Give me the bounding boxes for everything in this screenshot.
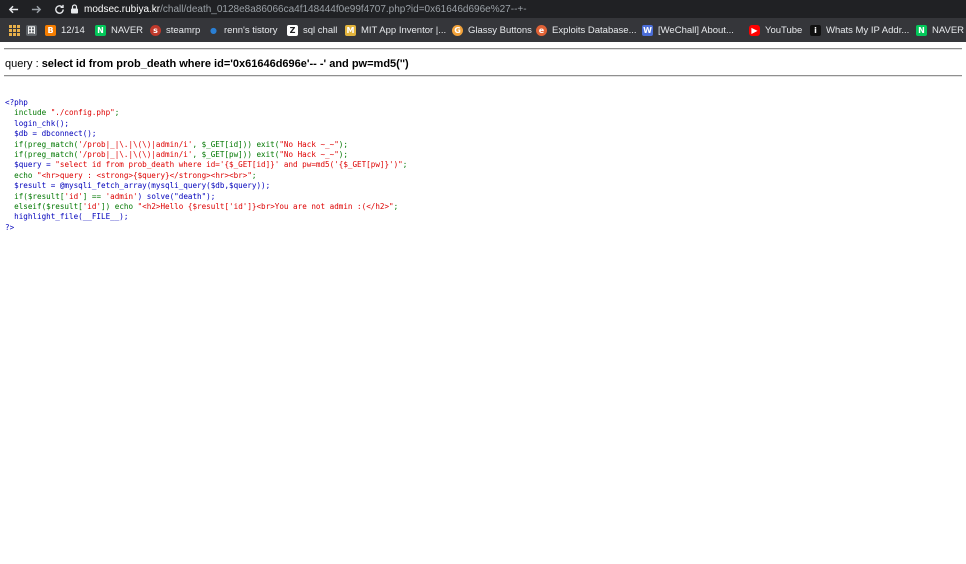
code-token: ; [402,160,408,170]
query-value: select id from prob_death where id='0x61… [41,58,409,70]
divider [4,75,962,77]
naver-icon: N [916,24,927,36]
bookmark-label: sql chall [303,24,338,36]
bookmark-label: 12/14 [61,24,85,36]
code-line: $query = [5,160,56,170]
code-line: elseif($result[ [5,202,83,212]
bookmark-label: Glassy Buttons [468,24,532,36]
code-string: '/prob|_|\.|\(\)|admin/i' [78,139,193,149]
apps-icon [9,24,20,36]
ip-icon: i [810,24,821,36]
code-line: include [5,108,51,118]
code-string: 'id' [82,202,102,212]
bookmark-wechall[interactable]: W [WeChall] About... [642,18,734,42]
code-line: $db = dbconnect(); [5,129,97,139]
reload-button[interactable] [50,0,68,18]
bookmark-label: NAVER [932,24,965,36]
exploitdb-icon: e [536,24,547,36]
bookmark-naver[interactable]: N NAVER [95,18,143,42]
bookmark-label: Exploits Database... [552,24,637,36]
code-string: 'admin' [105,191,138,201]
mit-icon: M [345,24,356,36]
bookmark-blogger[interactable]: B 12/14 [45,18,85,42]
code-string: '/prob|_|\.|\(\)|admin/i' [78,150,193,160]
code-string: 'id' [64,191,83,201]
code-token: ; [114,108,120,118]
code-line: $result = @mysqli_fetch_array(mysqli_que… [5,181,271,191]
bookmark-label: NAVER [111,24,144,36]
code-string: "No Hack ~_~" [279,139,339,149]
code-string: "./config.php" [50,108,115,118]
steamrp-icon: s [150,24,161,36]
bookmark-naver-2[interactable]: N NAVER [916,18,964,42]
bookmark-app[interactable]: 田 [26,18,42,42]
page-content: query : select id from prob_death where … [0,42,966,564]
z-icon: Z [287,24,298,36]
code-line: if($result[ [5,191,65,201]
browser-toolbar: modsec.rubiya.kr/chall/death_0128e8a8606… [0,0,966,18]
code-token: ; [393,202,399,212]
tistory-icon: ● [210,25,217,35]
bookmark-glassy-buttons[interactable]: G Glassy Buttons [452,18,532,42]
url-host: modsec.rubiya.kr [84,3,161,15]
apps-button[interactable] [9,18,20,42]
code-line: if(preg_match( [5,150,79,160]
code-string: "select id from prob_death where id='{$_… [55,160,403,170]
bookmark-label: MIT App Inventor |... [361,24,447,36]
bookmark-label: YouTube [765,24,803,36]
bookmark-label: steamrp [166,24,201,36]
lock-icon[interactable] [70,0,79,18]
code-token: , $_GET[id])) exit( [192,139,280,149]
forward-button[interactable] [27,0,45,18]
bookmark-mit-app-inventor[interactable]: M MIT App Inventor |... [345,18,446,42]
query-line: query : select id from prob_death where … [5,58,409,70]
wechall-icon: W [642,24,653,36]
code-line: echo [5,170,38,180]
code-token: ; [251,170,257,180]
bookmark-app-icon: 田 [26,24,37,36]
code-token: ); [338,150,348,160]
bookmark-label: renn's tistory [224,24,278,36]
bookmark-steamrp[interactable]: s steamrp [150,18,200,42]
code-line: if(preg_match( [5,139,79,149]
code-line: highlight_file(__FILE__); [5,212,129,222]
bookmark-label: [WeChall] About... [658,24,734,36]
bookmark-label: Whats My IP Addr... [826,24,910,36]
code-token: ) solve("death"); [137,191,216,201]
code-line: <?php [5,98,28,107]
youtube-icon: ▶ [749,24,760,36]
code-token: ); [338,139,348,149]
code-token: ] == [82,191,106,201]
code-string: "No Hack ~_~" [279,150,339,160]
code-token: , $_GET[pw])) exit( [192,150,280,160]
query-label: query : [5,58,42,70]
code-string: "<hr>query : <strong>{$query}</strong><h… [37,170,252,180]
code-string: "<h2>Hello {$result['id']}<br>You are no… [137,202,394,212]
source-code: <?php include "./config.php"; login_chk(… [5,98,407,233]
naver-icon: N [95,24,106,36]
address-bar[interactable]: modsec.rubiya.kr/chall/death_0128e8a8606… [84,0,527,18]
blogger-icon: B [45,24,56,36]
arrow-left-icon [8,5,18,13]
code-line: login_chk(); [5,118,70,128]
code-token: ]) echo [101,202,138,212]
glassy-icon: G [452,24,463,36]
reload-icon [54,4,64,14]
arrow-right-icon [31,5,41,13]
bookmark-tistory[interactable]: ● renn's tistory [208,18,278,42]
bookmark-sql-chall[interactable]: Zsql chall [287,18,337,42]
bookmark-exploit-db[interactable]: e Exploits Database... [536,18,637,42]
divider [4,48,962,50]
bookmark-youtube[interactable]: ▶ YouTube [749,18,802,42]
bookmarks-bar: 田 B 12/14 N NAVER s steamrp ● renn's tistory… [0,18,966,42]
code-line: ?> [5,222,15,232]
bookmark-whats-my-ip[interactable]: i Whats My IP Addr... [810,18,909,42]
back-button[interactable] [4,0,22,18]
url-path: /chall/death_0128e8a86066ca4f148444f0e99… [160,3,527,15]
